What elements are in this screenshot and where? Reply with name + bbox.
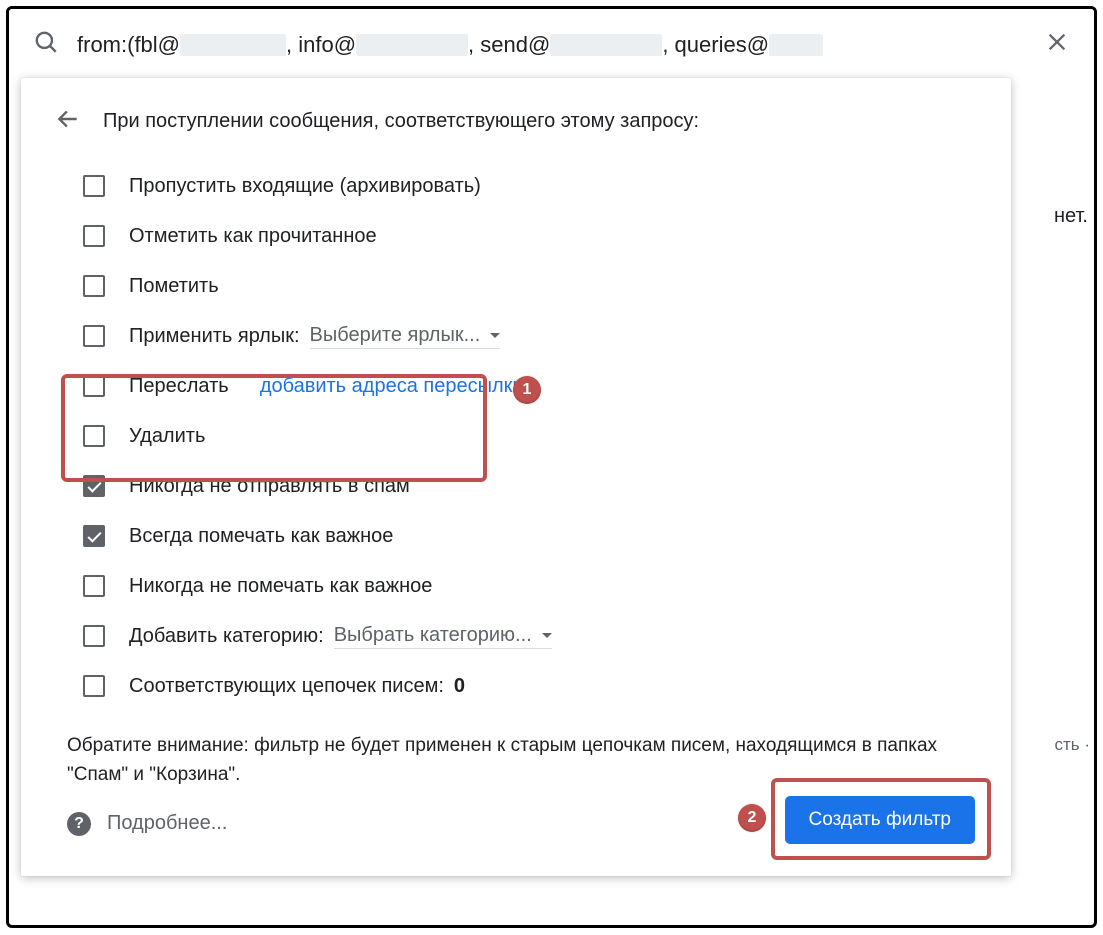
checkbox[interactable] (83, 525, 105, 547)
checkbox[interactable] (83, 375, 105, 397)
option-label: Добавить категорию: Выбрать категорию... (129, 624, 552, 649)
option-label: Переслать добавить адреса пересылки (129, 375, 524, 398)
background-text: сть · (1054, 735, 1090, 755)
option-label: Пропустить входящие (архивировать) (129, 175, 481, 198)
option-star[interactable]: Пометить (83, 261, 981, 311)
help-icon[interactable]: ? (67, 812, 91, 836)
filter-panel: При поступлении сообщения, соответствующ… (21, 78, 1011, 876)
option-label: Никогда не помечать как важное (129, 575, 432, 598)
panel-title: При поступлении сообщения, соответствующ… (103, 110, 699, 133)
checkbox[interactable] (83, 475, 105, 497)
option-label: Всегда помечать как важное (129, 525, 393, 548)
option-apply-label[interactable]: Применить ярлык: Выберите ярлык... (83, 311, 981, 361)
option-add-category[interactable]: Добавить категорию: Выбрать категорию... (83, 611, 981, 661)
window-frame: from:(fbl@ , info@ , send@ , queries@ Пр… (6, 6, 1097, 928)
background-text: нет. (1054, 205, 1088, 228)
option-skip-inbox[interactable]: Пропустить входящие (архивировать) (83, 161, 981, 211)
option-mark-read[interactable]: Отметить как прочитанное (83, 211, 981, 261)
option-label: Отметить как прочитанное (129, 225, 377, 248)
checkbox[interactable] (83, 425, 105, 447)
checkbox[interactable] (83, 225, 105, 247)
learn-more-link[interactable]: Подробнее... (107, 812, 227, 835)
option-delete[interactable]: Удалить (83, 411, 981, 461)
annotation-badge-2: 2 (738, 804, 766, 832)
search-bar: from:(fbl@ , info@ , send@ , queries@ (9, 9, 1094, 78)
option-label: Удалить (129, 425, 205, 448)
back-arrow-icon[interactable] (55, 106, 81, 137)
option-label: Пометить (129, 275, 219, 298)
filter-options: Пропустить входящие (архивировать) Отмет… (21, 161, 1011, 711)
checkbox[interactable] (83, 275, 105, 297)
add-forward-address-link[interactable]: добавить адреса пересылки (260, 375, 524, 398)
chevron-down-icon (490, 333, 500, 338)
search-icon (33, 29, 59, 60)
chevron-down-icon (542, 633, 552, 638)
checkbox[interactable] (83, 675, 105, 697)
option-matching-count[interactable]: Соответствующих цепочек писем: 0 (83, 661, 981, 711)
panel-header: При поступлении сообщения, соответствующ… (21, 78, 1011, 161)
option-label: Применить ярлык: Выберите ярлык... (129, 324, 500, 349)
create-filter-button[interactable]: Создать фильтр (785, 796, 976, 844)
checkbox[interactable] (83, 325, 105, 347)
option-label: Соответствующих цепочек писем: 0 (129, 675, 465, 698)
label-dropdown[interactable]: Выберите ярлык... (310, 324, 501, 349)
annotation-badge-1: 1 (513, 376, 541, 404)
category-dropdown[interactable]: Выбрать категорию... (334, 624, 552, 649)
option-never-important[interactable]: Никогда не помечать как важное (83, 561, 981, 611)
checkbox[interactable] (83, 575, 105, 597)
checkbox[interactable] (83, 175, 105, 197)
checkbox[interactable] (83, 625, 105, 647)
search-input[interactable]: from:(fbl@ , info@ , send@ , queries@ (77, 32, 1022, 58)
option-always-important[interactable]: Всегда помечать как важное (83, 511, 981, 561)
option-label: Никогда не отправлять в спам (129, 475, 410, 498)
filter-note: Обратите внимание: фильтр не будет приме… (21, 711, 1011, 794)
clear-icon[interactable] (1040, 25, 1074, 64)
option-never-spam[interactable]: Никогда не отправлять в спам (83, 461, 981, 511)
